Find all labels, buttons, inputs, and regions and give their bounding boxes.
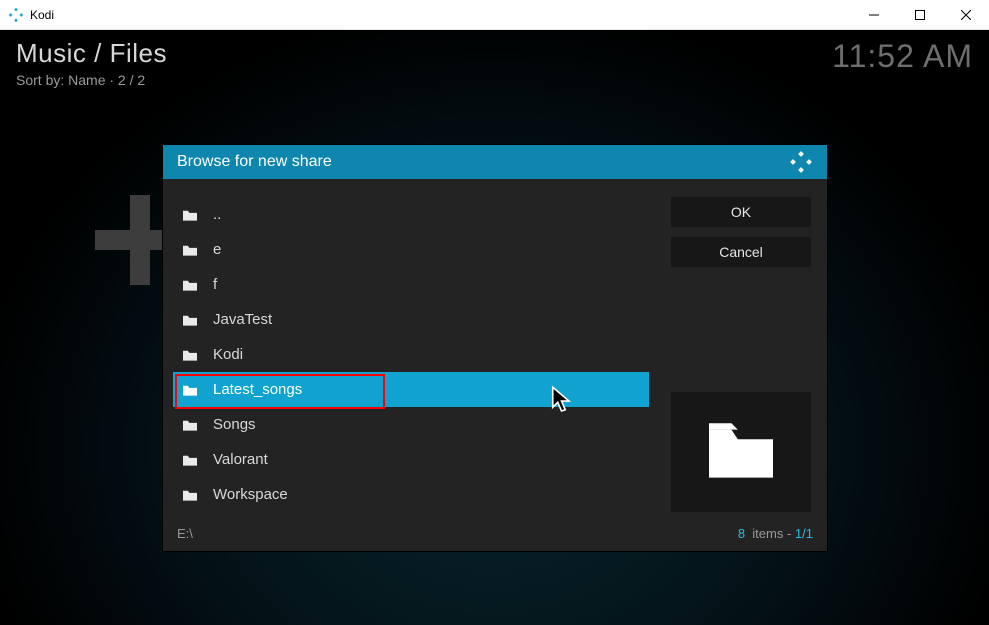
kodi-app-icon <box>8 7 24 23</box>
dialog-footer: E:\ 8 items - 1/1 <box>163 520 827 551</box>
folder-icon <box>181 348 199 362</box>
kodi-logo-icon <box>789 150 813 174</box>
folder-preview-icon <box>671 392 811 512</box>
folder-icon <box>181 418 199 432</box>
sort-info: Sort by: Name · 2 / 2 <box>16 72 145 88</box>
folder-label: Latest_songs <box>213 381 302 398</box>
folder-list: .. e f JavaTest Kodi Latest_songs Songs Valoran… <box>173 197 649 512</box>
folder-icon <box>181 313 199 327</box>
folder-label: f <box>213 276 217 293</box>
browse-share-dialog: Browse for new share .. e f JavaTest Kodi Lat… <box>163 145 827 551</box>
folder-row[interactable]: f <box>173 267 649 302</box>
folder-row[interactable]: e <box>173 232 649 267</box>
folder-icon <box>181 383 199 397</box>
folder-row[interactable]: Kodi <box>173 337 649 372</box>
folder-label: .. <box>213 206 221 223</box>
cancel-button[interactable]: Cancel <box>671 237 811 267</box>
folder-icon <box>181 243 199 257</box>
folder-icon <box>181 208 199 222</box>
folder-row[interactable]: .. <box>173 197 649 232</box>
dialog-title: Browse for new share <box>177 153 332 171</box>
folder-label: Songs <box>213 416 256 433</box>
folder-row[interactable]: Valorant <box>173 442 649 477</box>
folder-label: Valorant <box>213 451 268 468</box>
folder-icon <box>181 488 199 502</box>
folder-icon <box>181 453 199 467</box>
folder-row[interactable]: JavaTest <box>173 302 649 337</box>
folder-label: e <box>213 241 221 258</box>
folder-label: JavaTest <box>213 311 272 328</box>
window-maximize-button[interactable] <box>897 0 943 30</box>
folder-label: Workspace <box>213 486 288 503</box>
dialog-header: Browse for new share <box>163 145 827 179</box>
ok-button[interactable]: OK <box>671 197 811 227</box>
clock: 11:52 AM <box>832 38 973 75</box>
kodi-app-surface: Music / Files Sort by: Name · 2 / 2 11:5… <box>0 30 989 625</box>
folder-row[interactable]: Songs <box>173 407 649 442</box>
window-minimize-button[interactable] <box>851 0 897 30</box>
item-count: 8 items - 1/1 <box>738 526 813 541</box>
window-title: Kodi <box>30 8 54 22</box>
folder-row[interactable]: Latest_songs <box>173 372 649 407</box>
folder-row[interactable]: Workspace <box>173 477 649 512</box>
window-titlebar: Kodi <box>0 0 989 30</box>
folder-icon <box>181 278 199 292</box>
current-path: E:\ <box>177 526 193 541</box>
window-close-button[interactable] <box>943 0 989 30</box>
breadcrumb: Music / Files <box>16 38 167 69</box>
folder-label: Kodi <box>213 346 243 363</box>
